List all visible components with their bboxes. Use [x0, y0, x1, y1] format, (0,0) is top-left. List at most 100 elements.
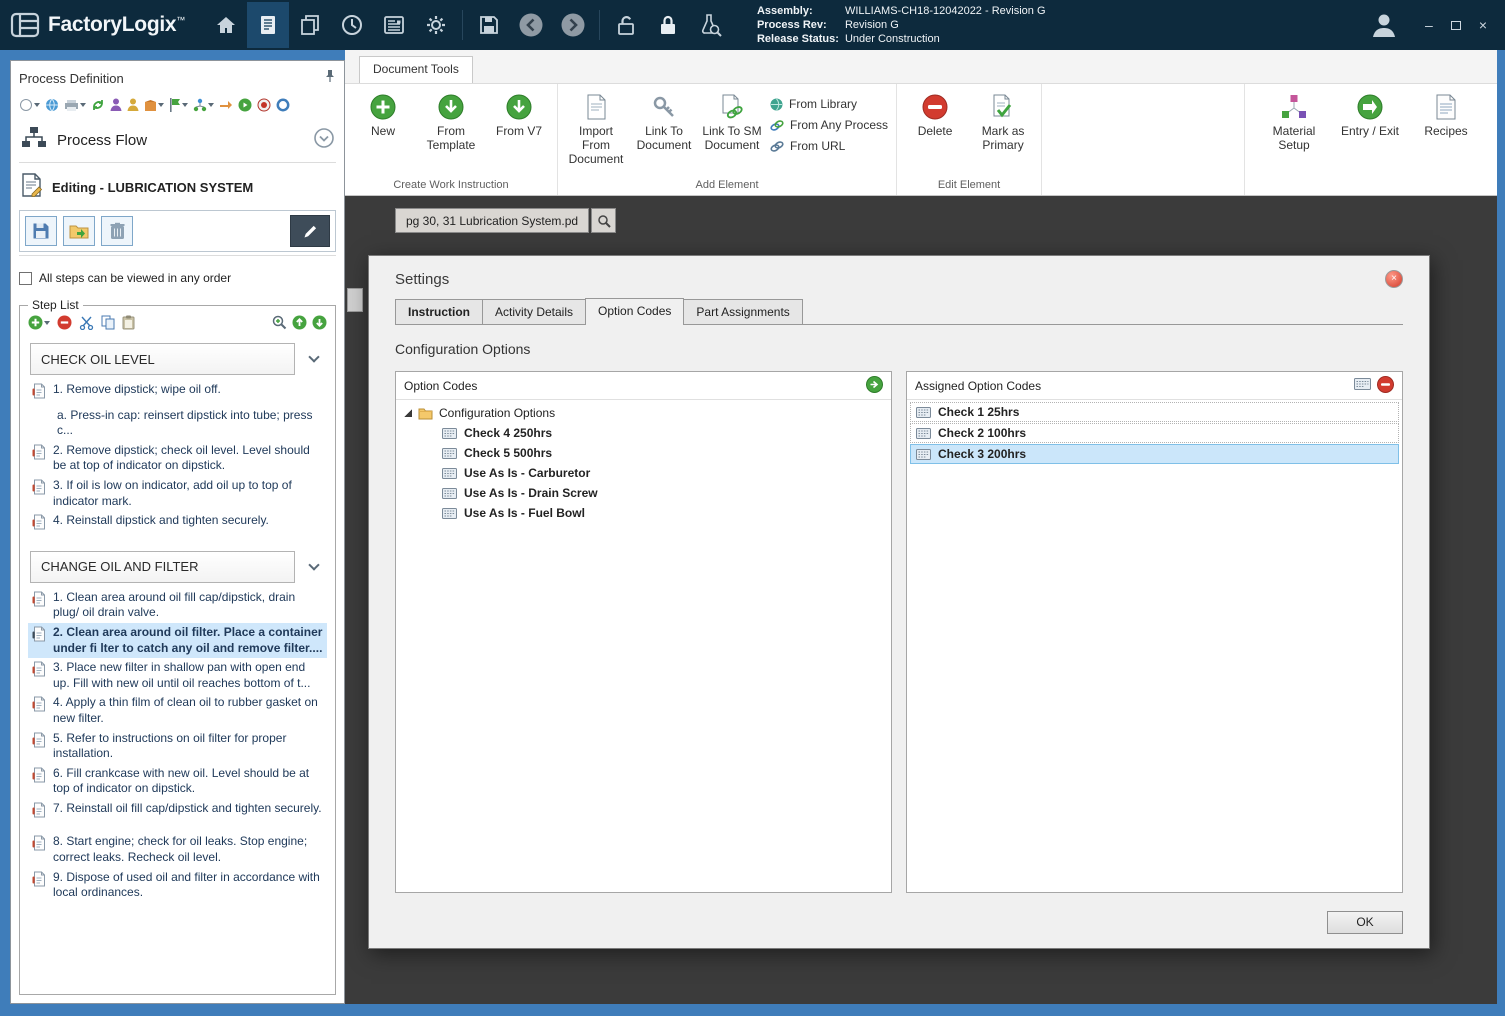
- step-group-check-oil-level[interactable]: CHECK OIL LEVEL: [30, 343, 295, 375]
- option-code-item[interactable]: Use As Is - Drain Screw: [396, 483, 891, 503]
- close-button[interactable]: ×: [1479, 18, 1487, 32]
- step-row[interactable]: 9. Dispose of used oil and filter in acc…: [28, 868, 327, 903]
- tab-document-tools[interactable]: Document Tools: [359, 56, 473, 83]
- move-down-button[interactable]: [312, 315, 327, 330]
- import-from-document-button[interactable]: Import From Document: [566, 90, 626, 166]
- step-row[interactable]: 1. Remove dipstick; wipe oil off.: [28, 380, 327, 406]
- step-row[interactable]: 5. Refer to instructions on oil filter f…: [28, 729, 327, 764]
- paste-button[interactable]: [122, 315, 135, 330]
- step-row[interactable]: 4. Apply a thin film of clean oil to rub…: [28, 693, 327, 728]
- chevron-down-icon[interactable]: [303, 357, 325, 361]
- step-row[interactable]: 3. If oil is low on indicator, add oil u…: [28, 476, 327, 511]
- ok-button[interactable]: OK: [1327, 911, 1403, 934]
- any-order-checkbox-row[interactable]: All steps can be viewed in any order: [19, 265, 336, 291]
- step-row[interactable]: 4. Reinstall dipstick and tighten secure…: [28, 511, 327, 537]
- from-template-button[interactable]: From Template: [421, 90, 481, 153]
- assigned-item[interactable]: Check 2 100hrs: [910, 423, 1399, 443]
- any-order-checkbox[interactable]: [19, 272, 32, 285]
- entry-exit-button[interactable]: Entry / Exit: [1337, 90, 1403, 193]
- step-row-selected[interactable]: 2. Clean area around oil filter. Place a…: [28, 623, 327, 658]
- globe-icon[interactable]: [45, 98, 59, 112]
- user-gold-icon[interactable]: [127, 98, 139, 112]
- step-row[interactable]: 1. Clean area around oil fill cap/dipsti…: [28, 588, 327, 623]
- tab-instruction[interactable]: Instruction: [395, 299, 483, 324]
- tab-part-assignments[interactable]: Part Assignments: [683, 299, 802, 324]
- copy-button[interactable]: [101, 315, 115, 330]
- arrow-right-icon[interactable]: [219, 99, 233, 111]
- collapse-circle-icon[interactable]: [314, 128, 334, 153]
- from-library-button[interactable]: From Library: [770, 97, 888, 111]
- box-orange-icon[interactable]: [144, 99, 164, 112]
- document-tab[interactable]: pg 30, 31 Lubrication System.pd: [395, 208, 589, 233]
- tab-option-codes[interactable]: Option Codes: [585, 298, 684, 325]
- maximize-button[interactable]: [1451, 21, 1461, 30]
- option-code-item[interactable]: Check 5 500hrs: [396, 443, 891, 463]
- step-group-change-oil-and-filter[interactable]: CHANGE OIL AND FILTER: [30, 551, 295, 583]
- tab-activity-details[interactable]: Activity Details: [482, 299, 586, 324]
- material-setup-button[interactable]: Material Setup: [1261, 90, 1327, 193]
- dialog-close-button[interactable]: ×: [1385, 270, 1403, 288]
- option-code-item[interactable]: Use As Is - Fuel Bowl: [396, 503, 891, 523]
- chevron-down-icon[interactable]: [303, 565, 325, 569]
- zoom-step-button[interactable]: [272, 315, 287, 330]
- remove-option-code-button[interactable]: [1377, 376, 1394, 396]
- from-url-button[interactable]: From URL: [770, 139, 888, 153]
- user-button[interactable]: [1363, 2, 1405, 48]
- printer-icon[interactable]: [64, 99, 86, 112]
- move-up-button[interactable]: [292, 315, 307, 330]
- step-row[interactable]: a. Press-in cap: reinsert dipstick into …: [28, 406, 327, 441]
- assign-option-code-button[interactable]: [866, 376, 883, 396]
- step-row[interactable]: 3. Place new filter in shallow pan with …: [28, 658, 327, 693]
- tree-expander-icon[interactable]: [404, 409, 412, 417]
- lock-button[interactable]: [647, 2, 689, 48]
- keyboard-icon[interactable]: [1354, 378, 1371, 393]
- step-row[interactable]: 7. Reinstall oil fill cap/dipstick and t…: [28, 799, 327, 825]
- flag-icon[interactable]: [169, 98, 188, 112]
- save-button[interactable]: [468, 2, 510, 48]
- unlock-button[interactable]: [605, 2, 647, 48]
- option-code-item[interactable]: Check 4 250hrs: [396, 423, 891, 443]
- tree-root-row[interactable]: Configuration Options: [396, 403, 891, 423]
- delete-button[interactable]: Delete: [905, 90, 965, 139]
- news-button[interactable]: [373, 2, 415, 48]
- cut-button[interactable]: [79, 315, 94, 330]
- assigned-item[interactable]: Check 1 25hrs: [910, 402, 1399, 422]
- add-step-button[interactable]: [28, 315, 50, 330]
- minimize-button[interactable]: –: [1425, 18, 1433, 32]
- from-any-process-button[interactable]: From Any Process: [770, 118, 888, 132]
- work-instruction-button[interactable]: [247, 2, 289, 48]
- tree-icon[interactable]: [193, 98, 214, 112]
- sync-arrows-icon[interactable]: [91, 98, 105, 112]
- delete-step-button[interactable]: [101, 216, 133, 246]
- from-v7-button[interactable]: From V7: [489, 90, 549, 139]
- record-circle-icon[interactable]: [257, 98, 271, 112]
- link-to-document-button[interactable]: Link To Document: [634, 90, 694, 153]
- document-zoom-button[interactable]: [591, 208, 616, 233]
- mark-as-primary-button[interactable]: Mark as Primary: [973, 90, 1033, 153]
- option-code-item[interactable]: Use As Is - Carburetor: [396, 463, 891, 483]
- dropdown-circle-icon[interactable]: [19, 98, 40, 112]
- remove-step-button[interactable]: [57, 315, 72, 330]
- inspect-button[interactable]: [689, 2, 731, 48]
- recipes-button[interactable]: Recipes: [1413, 90, 1479, 193]
- process-flow-row[interactable]: Process Flow: [19, 121, 336, 159]
- pin-icon[interactable]: [324, 69, 336, 88]
- import-button[interactable]: [63, 216, 95, 246]
- step-row[interactable]: 2. Remove dipstick; check oil level. Lev…: [28, 441, 327, 476]
- sync-button[interactable]: [331, 2, 373, 48]
- save-step-button[interactable]: [25, 216, 57, 246]
- ring-blue-icon[interactable]: [276, 98, 290, 112]
- play-circle-icon[interactable]: [238, 98, 252, 112]
- settings-gear-button[interactable]: [415, 2, 457, 48]
- back-button[interactable]: [510, 2, 552, 48]
- home-button[interactable]: [205, 2, 247, 48]
- documents-button[interactable]: [289, 2, 331, 48]
- panel-grip[interactable]: [347, 288, 363, 312]
- step-row[interactable]: 8. Start engine; check for oil leaks. St…: [28, 832, 327, 867]
- user-purple-icon[interactable]: [110, 98, 122, 112]
- edit-mode-button[interactable]: [290, 215, 330, 247]
- forward-button[interactable]: [552, 2, 594, 48]
- assigned-item-selected[interactable]: Check 3 200hrs: [910, 444, 1399, 464]
- link-to-s-m-document-button[interactable]: Link To SM Document: [702, 90, 762, 153]
- new-button[interactable]: New: [353, 90, 413, 139]
